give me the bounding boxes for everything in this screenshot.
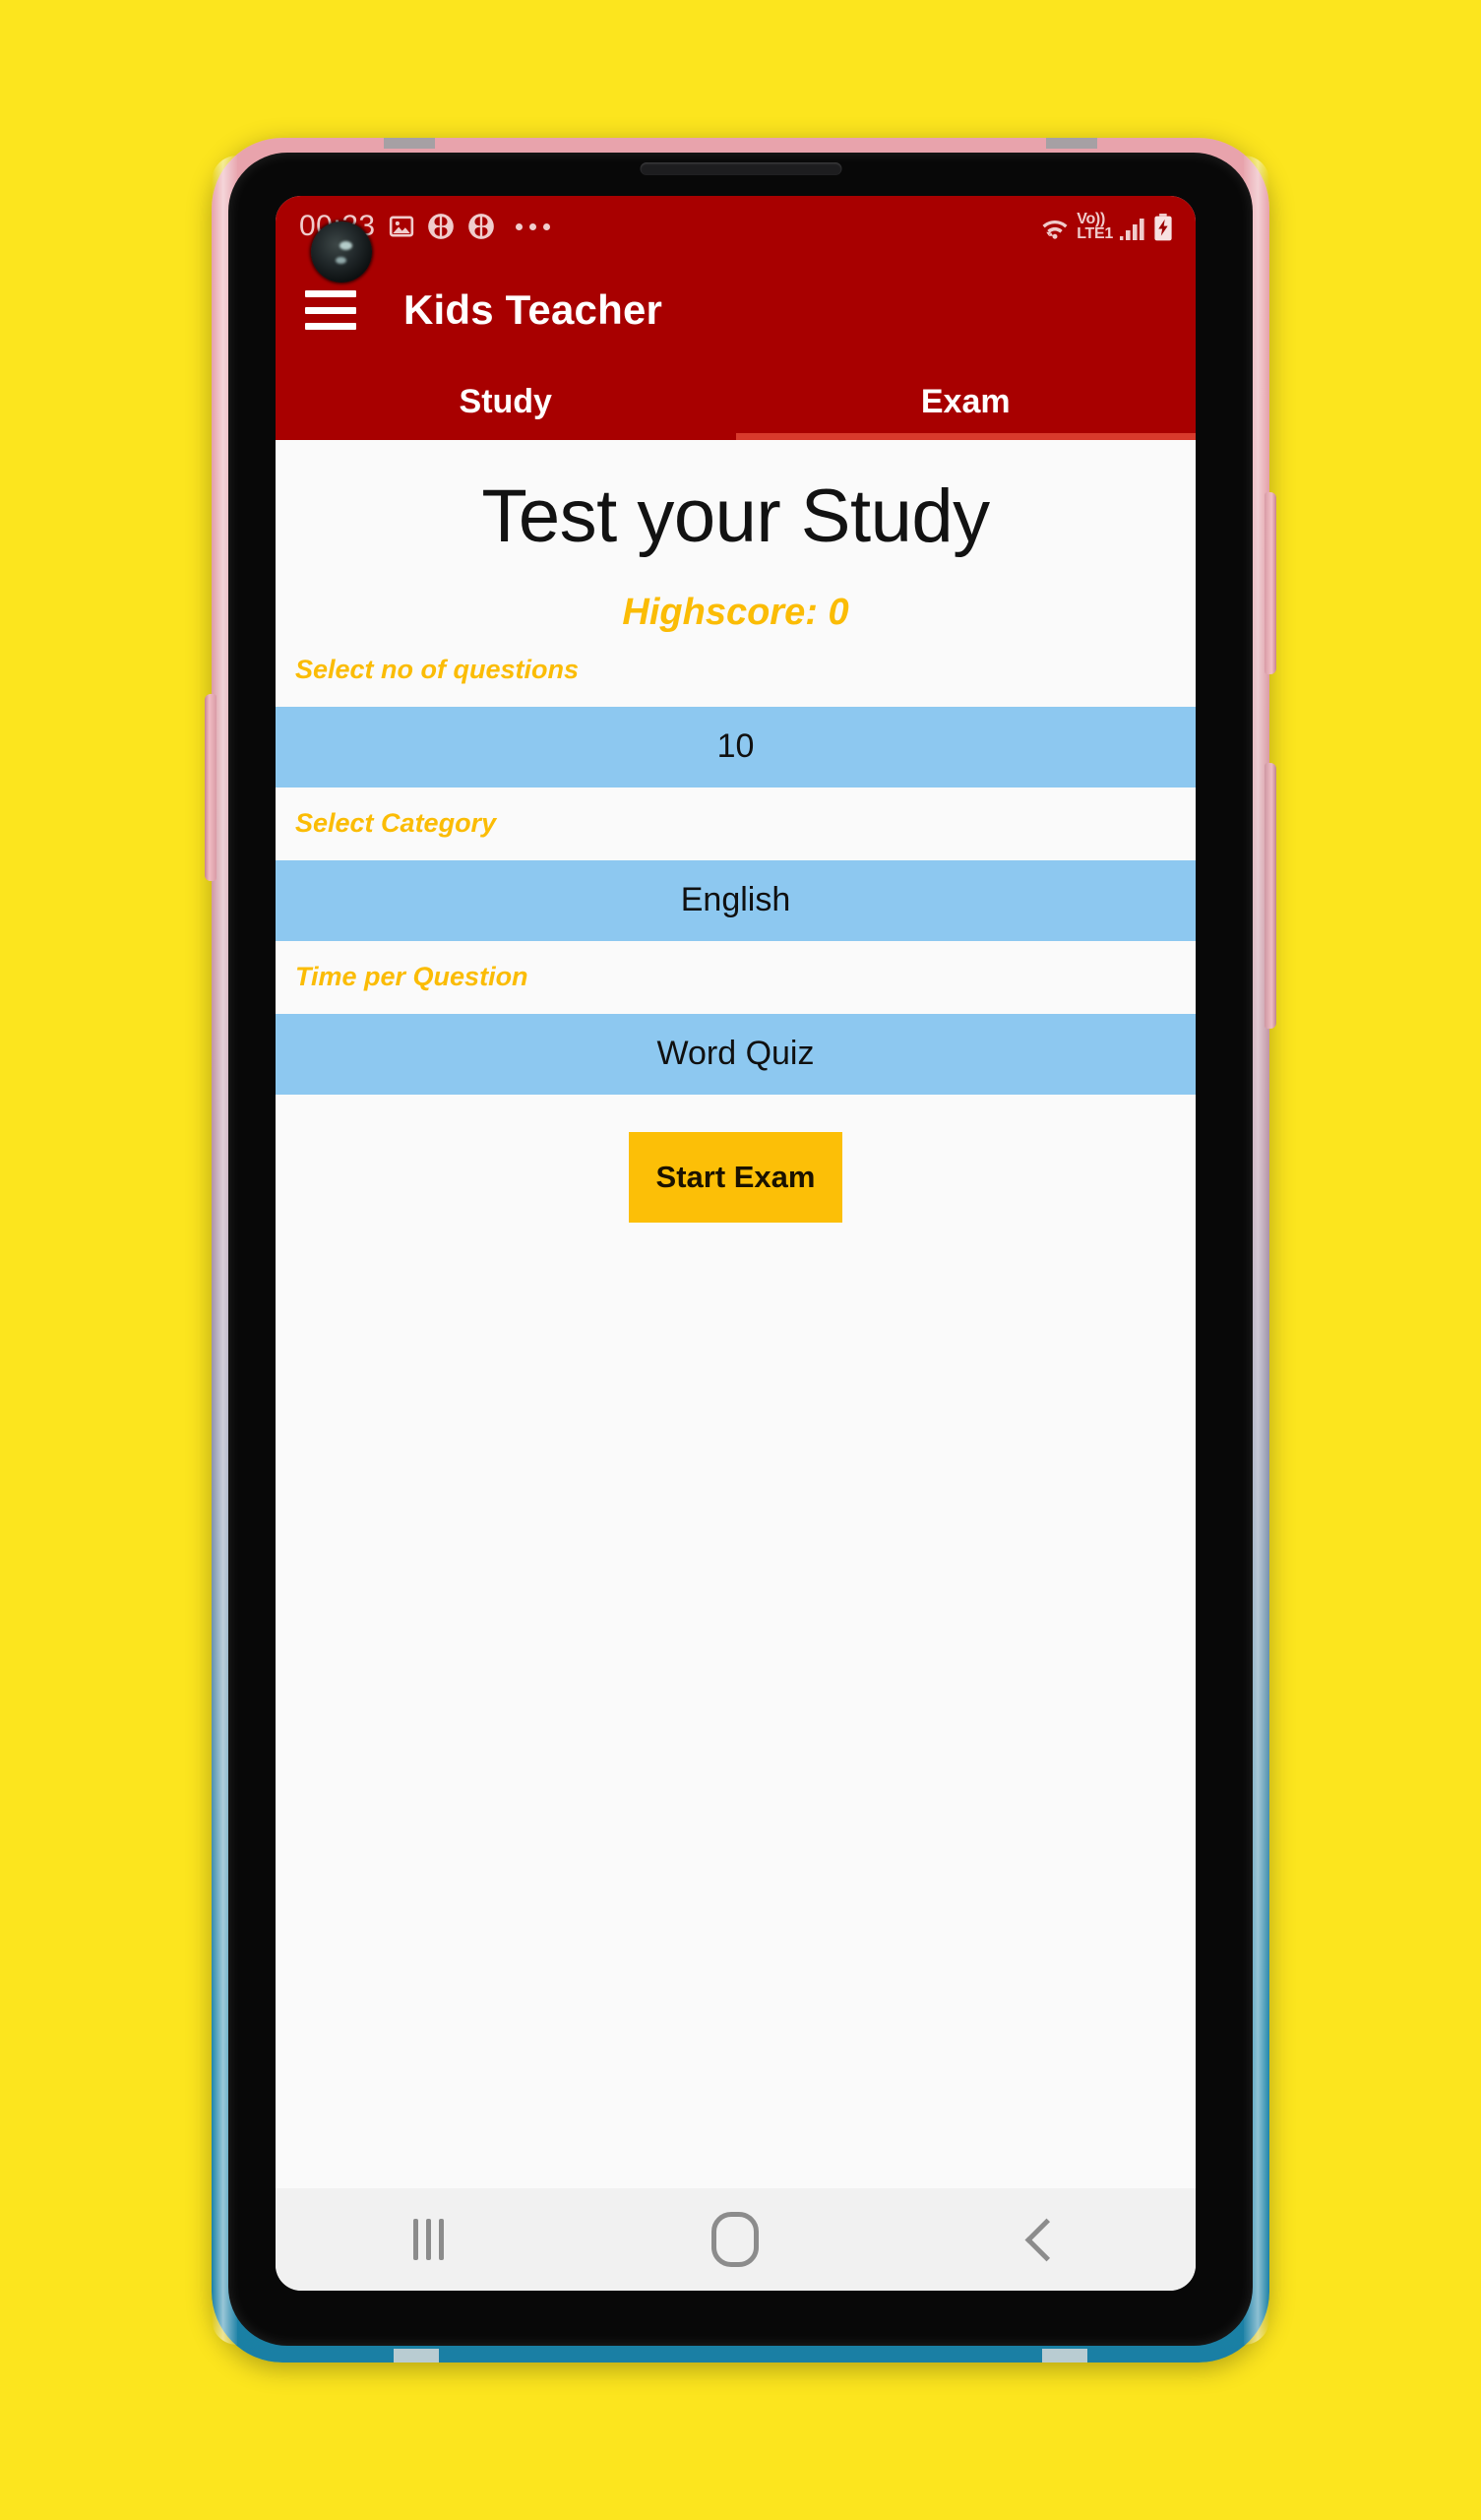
system-navigation-bar — [276, 2188, 1196, 2291]
highscore-label: Highscore: 0 — [622, 591, 849, 633]
main-content: Test your Study Highscore: 0 Select no o… — [276, 440, 1196, 2188]
label-select-category: Select Category — [295, 808, 497, 839]
clover-icon — [467, 213, 495, 240]
select-category[interactable]: English — [276, 859, 1196, 941]
app-title: Kids Teacher — [403, 286, 663, 333]
phone-device: 00:23 — [205, 138, 1276, 2362]
tab-bar: Study Exam — [276, 363, 1196, 440]
page-title: Test your Study — [481, 474, 990, 558]
recents-icon[interactable] — [370, 2188, 488, 2291]
label-time-per-question: Time per Question — [295, 962, 528, 992]
device-bezel: 00:23 — [228, 153, 1253, 2346]
select-time-per-question[interactable]: Word Quiz — [276, 1013, 1196, 1095]
tab-study[interactable]: Study — [276, 363, 736, 440]
volume-button[interactable] — [205, 694, 216, 881]
image-icon — [389, 214, 414, 239]
phone-screen: 00:23 — [276, 196, 1196, 2291]
antenna-line-top-left — [384, 138, 435, 149]
start-exam-container: Start Exam — [276, 1131, 1196, 1223]
wifi-icon — [1039, 216, 1071, 241]
volte-bottom-label: LTE1 — [1077, 225, 1113, 242]
status-bar-right: Vo)) LTE1 — [1039, 210, 1174, 242]
battery-charging-icon — [1152, 214, 1174, 241]
status-bar: 00:23 — [276, 196, 1196, 283]
volte-top-label: Vo)) — [1077, 210, 1105, 227]
back-icon[interactable] — [983, 2188, 1101, 2291]
select-no-of-questions[interactable]: 10 — [276, 706, 1196, 788]
app-bar: Kids Teacher — [276, 257, 1196, 363]
power-button[interactable] — [1265, 492, 1276, 674]
label-select-no-of-questions: Select no of questions — [295, 655, 580, 685]
tab-exam[interactable]: Exam — [735, 363, 1197, 440]
hamburger-menu-icon[interactable] — [305, 290, 356, 330]
clover-icon — [427, 213, 455, 240]
volte-indicator: Vo)) LTE1 — [1077, 210, 1113, 242]
antenna-line-bottom-left — [394, 2349, 439, 2362]
bixby-button[interactable] — [1265, 763, 1276, 1029]
antenna-line-top-right — [1046, 138, 1097, 149]
home-icon[interactable] — [676, 2188, 794, 2291]
signal-bars-icon — [1119, 216, 1146, 241]
start-exam-button[interactable]: Start Exam — [628, 1131, 843, 1223]
more-dots-icon — [515, 222, 550, 230]
earpiece-speaker — [640, 162, 841, 175]
front-camera-punch-hole — [311, 221, 372, 283]
antenna-line-bottom-right — [1042, 2349, 1087, 2362]
